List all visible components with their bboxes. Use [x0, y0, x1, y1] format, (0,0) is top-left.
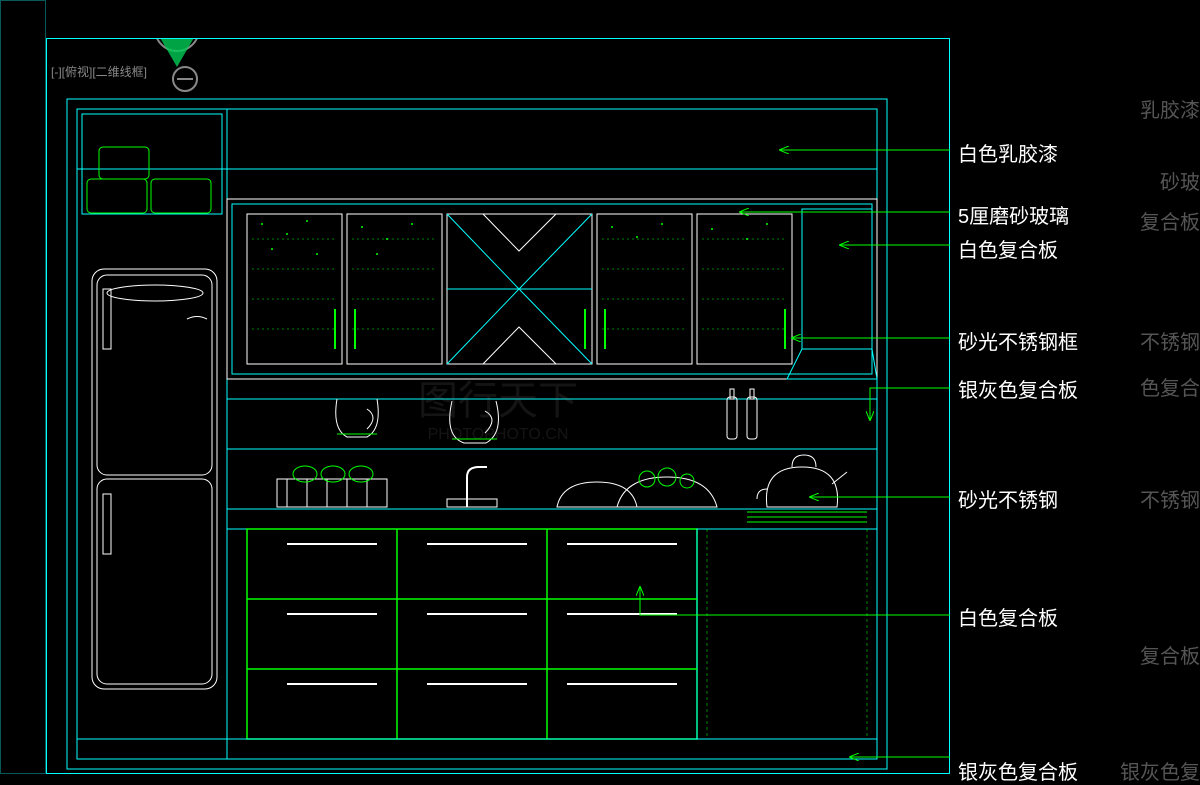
bg-annotation-label: 砂玻 [1160, 166, 1200, 195]
bg-annotation-label: 乳胶漆 [1140, 94, 1200, 123]
cad-viewport[interactable]: [-][俯视][二维线框] [46, 38, 950, 774]
bg-annotation-label: 色复合 [1140, 372, 1200, 401]
annotation-label: 砂光不锈钢 [958, 484, 1058, 513]
annotation-label: 银灰色复合板 [958, 756, 1078, 785]
annotation-label: 白色复合板 [958, 602, 1058, 631]
annotation-label: 5厘磨砂玻璃 [958, 200, 1069, 229]
counter-items [277, 455, 847, 507]
annotation-label: 白色乳胶漆 [958, 138, 1058, 167]
annotation-label: 白色复合板 [958, 234, 1058, 263]
upper-cabinet-doors [247, 214, 792, 364]
bg-annotation-label: 不锈钢 [1140, 326, 1200, 355]
view-marker-icon [155, 39, 199, 67]
bg-annotation-label: 银灰色复 [1120, 756, 1200, 785]
refrigerator-icon [92, 269, 217, 689]
bg-annotation-label: 不锈钢 [1140, 484, 1200, 513]
bg-annotation-label: 复合板 [1140, 640, 1200, 669]
annotation-label: 银灰色复合板 [958, 374, 1078, 403]
shelf-items [336, 389, 757, 443]
kitchen-elevation-drawing [47, 39, 951, 775]
annotation-label: 砂光不锈钢框 [958, 326, 1078, 355]
bg-frame-left [0, 0, 46, 774]
bg-annotation-label: 复合板 [1140, 206, 1200, 235]
